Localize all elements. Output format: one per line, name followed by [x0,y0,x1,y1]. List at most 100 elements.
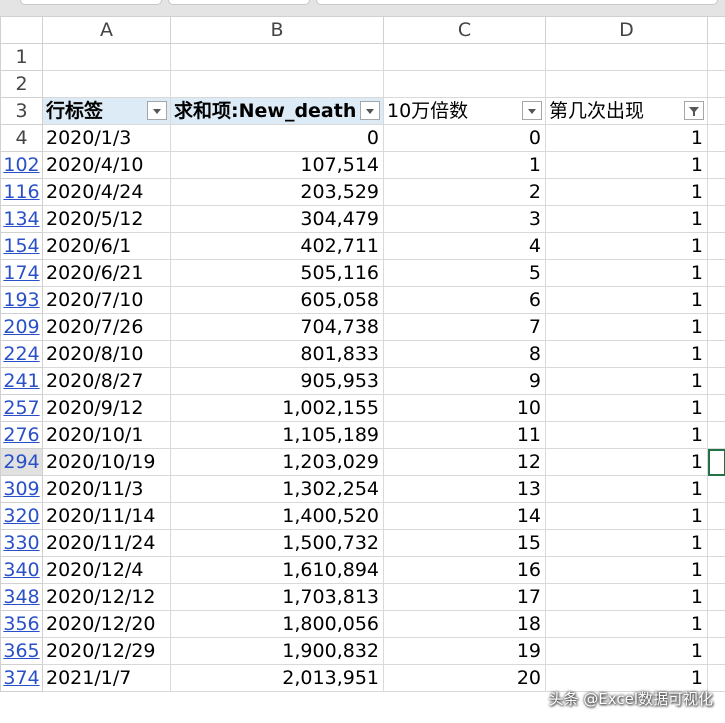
deaths-cell[interactable]: 1,900,832 [170,637,384,665]
cell[interactable] [707,124,725,152]
deaths-cell[interactable]: 1,703,813 [170,583,384,611]
multiple-cell[interactable]: 11 [383,421,546,449]
deaths-cell[interactable]: 1,500,732 [170,529,384,557]
date-cell[interactable]: 2020/10/1 [42,421,171,449]
occurrence-cell[interactable]: 1 [545,556,708,584]
date-cell[interactable]: 2020/8/27 [42,367,171,395]
deaths-cell[interactable]: 605,058 [170,286,384,314]
pivot-sum-header[interactable]: 求和项:New_death [170,97,384,125]
row-header[interactable]: 3 [0,97,43,125]
deaths-cell[interactable]: 1,800,056 [170,610,384,638]
cell[interactable] [707,367,725,395]
deaths-cell[interactable]: 1,203,029 [170,448,384,476]
column-header-b[interactable]: B [170,16,384,44]
deaths-cell[interactable]: 1,302,254 [170,475,384,503]
row-header[interactable]: 309 [0,475,43,503]
row-header[interactable]: 294 [0,448,43,476]
row-header[interactable]: 276 [0,421,43,449]
occurrence-cell[interactable]: 1 [545,178,708,206]
row-header[interactable]: 356 [0,610,43,638]
occurrence-cell[interactable]: 1 [545,151,708,179]
deaths-cell[interactable]: 203,529 [170,178,384,206]
occurrence-cell[interactable]: 1 [545,340,708,368]
filter-dropdown-button[interactable] [360,101,380,120]
occurrence-cell[interactable]: 1 [545,448,708,476]
cell[interactable] [707,259,725,287]
pivot-row-labels-header[interactable]: 行标签 [42,97,171,125]
multiple-cell[interactable]: 6 [383,286,546,314]
column-header-d[interactable]: D [545,16,708,44]
cell[interactable] [707,637,725,665]
deaths-cell[interactable]: 505,116 [170,259,384,287]
deaths-cell[interactable]: 107,514 [170,151,384,179]
deaths-cell[interactable]: 1,610,894 [170,556,384,584]
date-cell[interactable]: 2020/12/29 [42,637,171,665]
filter-dropdown-button[interactable] [522,101,542,120]
cell[interactable] [707,151,725,179]
cell[interactable] [707,475,725,503]
date-cell[interactable]: 2020/12/4 [42,556,171,584]
cell[interactable] [707,232,725,260]
date-cell[interactable]: 2020/4/10 [42,151,171,179]
deaths-cell[interactable]: 0 [170,124,384,152]
multiple-cell[interactable]: 15 [383,529,546,557]
cell[interactable] [383,43,546,71]
date-cell[interactable]: 2020/4/24 [42,178,171,206]
deaths-cell[interactable]: 304,479 [170,205,384,233]
deaths-cell[interactable]: 905,953 [170,367,384,395]
cell[interactable] [707,529,725,557]
cell[interactable] [707,394,725,422]
date-cell[interactable]: 2020/11/24 [42,529,171,557]
cell[interactable] [545,43,708,71]
date-cell[interactable]: 2020/8/10 [42,340,171,368]
multiple-cell[interactable]: 4 [383,232,546,260]
row-header[interactable]: 320 [0,502,43,530]
occurrence-cell[interactable]: 1 [545,502,708,530]
occurrence-cell[interactable]: 1 [545,259,708,287]
row-header[interactable]: 257 [0,394,43,422]
row-header[interactable]: 102 [0,151,43,179]
occurrence-cell[interactable]: 1 [545,124,708,152]
row-header[interactable]: 241 [0,367,43,395]
occurrence-cell[interactable]: 1 [545,637,708,665]
multiple-cell[interactable]: 8 [383,340,546,368]
multiple-header[interactable]: 10万倍数 [383,97,546,125]
date-cell[interactable]: 2020/1/3 [42,124,171,152]
multiple-cell[interactable]: 5 [383,259,546,287]
occurrence-cell[interactable]: 1 [545,286,708,314]
occurrence-cell[interactable]: 1 [545,529,708,557]
multiple-cell[interactable]: 7 [383,313,546,341]
multiple-cell[interactable]: 18 [383,610,546,638]
date-cell[interactable]: 2020/5/12 [42,205,171,233]
cell[interactable] [707,313,725,341]
multiple-cell[interactable]: 19 [383,637,546,665]
cell[interactable] [707,205,725,233]
occurrence-cell[interactable]: 1 [545,610,708,638]
cell[interactable] [170,43,384,71]
row-header[interactable]: 348 [0,583,43,611]
selected-cell[interactable] [707,448,725,476]
occurrence-cell[interactable]: 1 [545,475,708,503]
date-cell[interactable]: 2020/6/21 [42,259,171,287]
cell[interactable] [383,70,546,98]
row-header[interactable]: 209 [0,313,43,341]
occurrence-cell[interactable]: 1 [545,583,708,611]
multiple-cell[interactable]: 10 [383,394,546,422]
multiple-cell[interactable]: 2 [383,178,546,206]
date-cell[interactable]: 2020/7/10 [42,286,171,314]
multiple-cell[interactable]: 1 [383,151,546,179]
cell[interactable] [707,70,725,98]
row-header[interactable]: 154 [0,232,43,260]
cell[interactable] [170,70,384,98]
multiple-cell[interactable]: 17 [383,583,546,611]
row-header[interactable]: 365 [0,637,43,665]
column-header-e[interactable] [707,16,725,44]
occurrence-cell[interactable]: 1 [545,394,708,422]
cell[interactable] [707,286,725,314]
cell[interactable] [707,421,725,449]
multiple-cell[interactable]: 0 [383,124,546,152]
date-cell[interactable]: 2021/1/7 [42,664,171,692]
date-cell[interactable]: 2020/7/26 [42,313,171,341]
deaths-cell[interactable]: 1,105,189 [170,421,384,449]
window-tab[interactable] [316,0,718,5]
